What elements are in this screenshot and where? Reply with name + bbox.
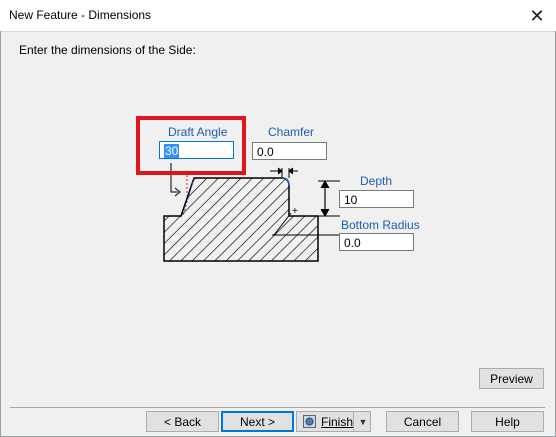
- draft-angle-label: Draft Angle: [168, 125, 228, 139]
- depth-label: Depth: [360, 174, 393, 188]
- cancel-button[interactable]: Cancel: [386, 411, 459, 432]
- svg-text:+: +: [292, 206, 298, 217]
- finish-button[interactable]: Finish ▼: [296, 411, 371, 432]
- chamfer-field[interactable]: 0.0: [252, 142, 327, 160]
- finish-label: Finish: [321, 415, 354, 429]
- chamfer-label: Chamfer: [268, 125, 315, 139]
- draft-angle-field[interactable]: 30: [159, 141, 234, 159]
- profile-body: [163, 177, 319, 262]
- next-button[interactable]: Next >: [221, 411, 294, 432]
- depth-field[interactable]: 10: [339, 190, 414, 208]
- bottom-radius-field[interactable]: 0.0: [339, 233, 414, 251]
- bottom-radius-label: Bottom Radius: [341, 218, 420, 232]
- help-button[interactable]: Help: [471, 411, 544, 432]
- dropdown-arrow-icon[interactable]: ▼: [353, 412, 372, 431]
- back-button[interactable]: < Back: [146, 411, 219, 432]
- side-profile-diagram: +: [163, 163, 340, 262]
- button-separator: [10, 407, 545, 408]
- finish-icon: [303, 415, 316, 428]
- preview-button[interactable]: Preview: [479, 368, 544, 389]
